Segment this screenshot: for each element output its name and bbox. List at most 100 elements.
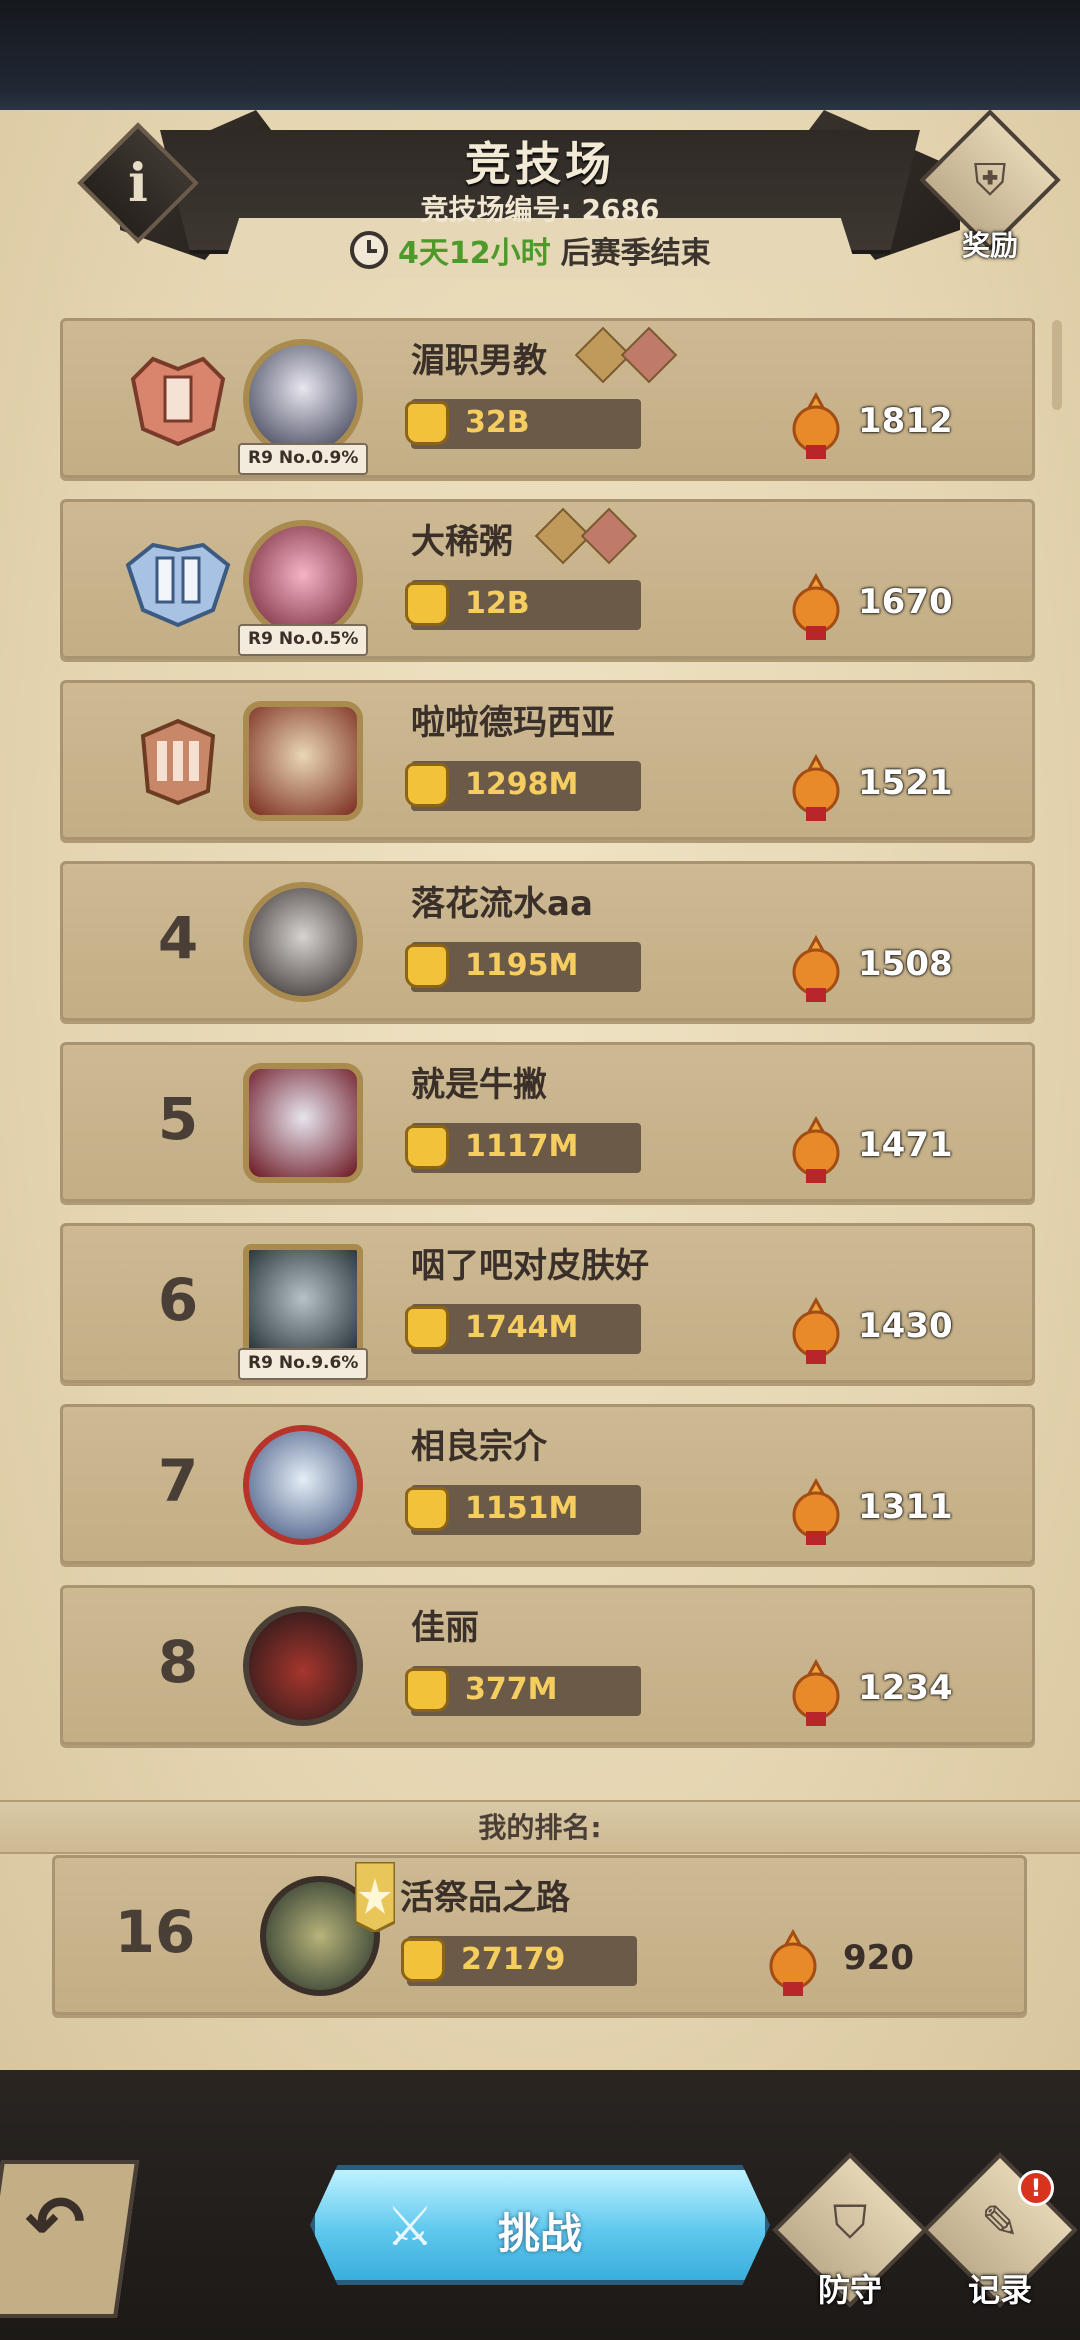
- player-name: 就是牛撇: [411, 1065, 547, 1105]
- power-box: 1744M: [405, 1304, 641, 1354]
- rank-1-medal-icon: [130, 356, 226, 447]
- fist-icon: [401, 1938, 445, 1982]
- power-value: 1151M: [465, 1491, 579, 1526]
- power-box: 1151M: [405, 1485, 641, 1535]
- rank-number: 6: [157, 1266, 199, 1334]
- fist-icon: [405, 582, 449, 626]
- info-icon: i: [128, 152, 148, 214]
- back-arrow-icon: ↶: [24, 2180, 86, 2264]
- power-value: 32B: [465, 405, 530, 440]
- player-name: 咽了吧对皮肤好: [411, 1246, 649, 1286]
- rank-number: 8: [157, 1628, 199, 1696]
- power-box: 12B: [405, 580, 641, 630]
- rank-number: 16: [114, 1898, 196, 1966]
- score-value: 1311: [858, 1487, 953, 1527]
- fist-icon: [405, 1306, 449, 1350]
- crown-score-icon: [792, 1115, 840, 1183]
- power-box: 1195M: [405, 942, 641, 992]
- player-name: 相良宗介: [411, 1427, 547, 1467]
- leaderboard-row[interactable]: 8 佳丽 377M 1234: [60, 1585, 1035, 1745]
- avatar[interactable]: [243, 1244, 363, 1364]
- fist-icon: [405, 1668, 449, 1712]
- leaderboard-row[interactable]: 6 R9 No.9.6% 咽了吧对皮肤好 1744M 1430: [60, 1223, 1035, 1383]
- flame-badge-icon: [580, 507, 638, 565]
- fist-icon: [405, 401, 449, 445]
- power-value: 1195M: [465, 948, 579, 983]
- challenge-label: 挑战: [497, 2209, 582, 2258]
- my-rank-label: 我的排名:: [478, 1811, 602, 1844]
- player-name: 落花流水aa: [411, 884, 593, 924]
- score-value: 1508: [858, 944, 953, 984]
- clock-icon: [350, 231, 388, 269]
- season-time: 4天12小时: [398, 236, 551, 271]
- player-name: 湄职男教: [411, 341, 547, 381]
- avatar[interactable]: [243, 882, 363, 1002]
- avatar[interactable]: [243, 1063, 363, 1183]
- leaderboard-row[interactable]: 啦啦德玛西亚 1298M 1521: [60, 680, 1035, 840]
- my-rank-row[interactable]: 16 活祭品之路 27179 920: [52, 1855, 1027, 2015]
- fist-icon: [405, 1125, 449, 1169]
- fist-icon: [405, 944, 449, 988]
- power-value: 1744M: [465, 1310, 579, 1345]
- player-name: 大稀粥: [411, 522, 513, 562]
- power-box: 377M: [405, 1666, 641, 1716]
- fist-icon: [405, 763, 449, 807]
- title-tags: [534, 507, 638, 565]
- score-value: 1471: [858, 1125, 953, 1165]
- rank-badge: R9 No.9.6%: [238, 1348, 369, 1380]
- flame-badge-icon: [620, 326, 678, 384]
- reward-label: 奖励: [961, 229, 1018, 262]
- avatar[interactable]: [243, 1425, 363, 1545]
- title-tags: [574, 326, 678, 384]
- crown-score-icon: [792, 1296, 840, 1364]
- rank-number: 5: [157, 1085, 199, 1153]
- score-value: 1430: [858, 1306, 953, 1346]
- leaderboard-row[interactable]: 4 落花流水aa 1195M 1508: [60, 861, 1035, 1021]
- rank-number: 7: [157, 1447, 199, 1515]
- crown-score-icon: [792, 572, 840, 640]
- season-countdown: 4天12小时 后赛季结束: [350, 228, 711, 272]
- power-value: 27179: [461, 1942, 566, 1977]
- avatar[interactable]: [243, 1606, 363, 1726]
- power-value: 377M: [465, 1672, 558, 1707]
- power-value: 12B: [465, 586, 530, 621]
- power-value: 1117M: [465, 1129, 579, 1164]
- score-value: 1670: [858, 582, 953, 622]
- fist-icon: [405, 1487, 449, 1531]
- shield-icon: ⛉: [832, 2195, 868, 2249]
- leaderboard-row[interactable]: 5 就是牛撇 1117M 1471: [60, 1042, 1035, 1202]
- avatar[interactable]: [243, 339, 363, 459]
- avatar[interactable]: [243, 520, 363, 640]
- notification-badge: !: [1018, 2170, 1054, 2206]
- power-box: 1117M: [405, 1123, 641, 1173]
- crown-score-icon: [792, 391, 840, 459]
- guild-flag-icon: [355, 1862, 395, 1932]
- leaderboard-row[interactable]: 7 相良宗介 1151M 1311: [60, 1404, 1035, 1564]
- rank-badge: R9 No.0.9%: [238, 443, 369, 475]
- defense-label: 防守: [817, 2271, 882, 2309]
- player-name: 活祭品之路: [400, 1878, 570, 1918]
- crown-score-icon: [792, 1658, 840, 1726]
- record-label: 记录: [967, 2271, 1032, 2309]
- list-scrollbar[interactable]: [1052, 320, 1062, 410]
- power-box: 27179: [401, 1936, 637, 1986]
- leaderboard-row[interactable]: R9 No.0.9% 湄职男教 32B 1812: [60, 318, 1035, 478]
- power-box: 1298M: [405, 761, 641, 811]
- rank-badge: R9 No.0.5%: [238, 624, 369, 656]
- crown-score-icon: [792, 1477, 840, 1545]
- treasure-chest-icon: ⛨: [973, 154, 1007, 206]
- score-value: 920: [843, 1938, 914, 1978]
- score-value: 1812: [858, 401, 953, 441]
- score-value: 1521: [858, 763, 953, 803]
- rank-3-medal-icon: [140, 718, 216, 806]
- top-strip: [0, 0, 1080, 110]
- crown-score-icon: [792, 934, 840, 1002]
- score-value: 1234: [858, 1668, 953, 1708]
- power-box: 32B: [405, 399, 641, 449]
- crown-score-icon: [769, 1928, 817, 1996]
- crown-score-icon: [792, 753, 840, 821]
- leaderboard-row[interactable]: R9 No.0.5% 大稀粥 12B 1670: [60, 499, 1035, 659]
- rank-number: 4: [157, 904, 199, 972]
- player-name: 啦啦德玛西亚: [411, 703, 615, 743]
- avatar[interactable]: [243, 701, 363, 821]
